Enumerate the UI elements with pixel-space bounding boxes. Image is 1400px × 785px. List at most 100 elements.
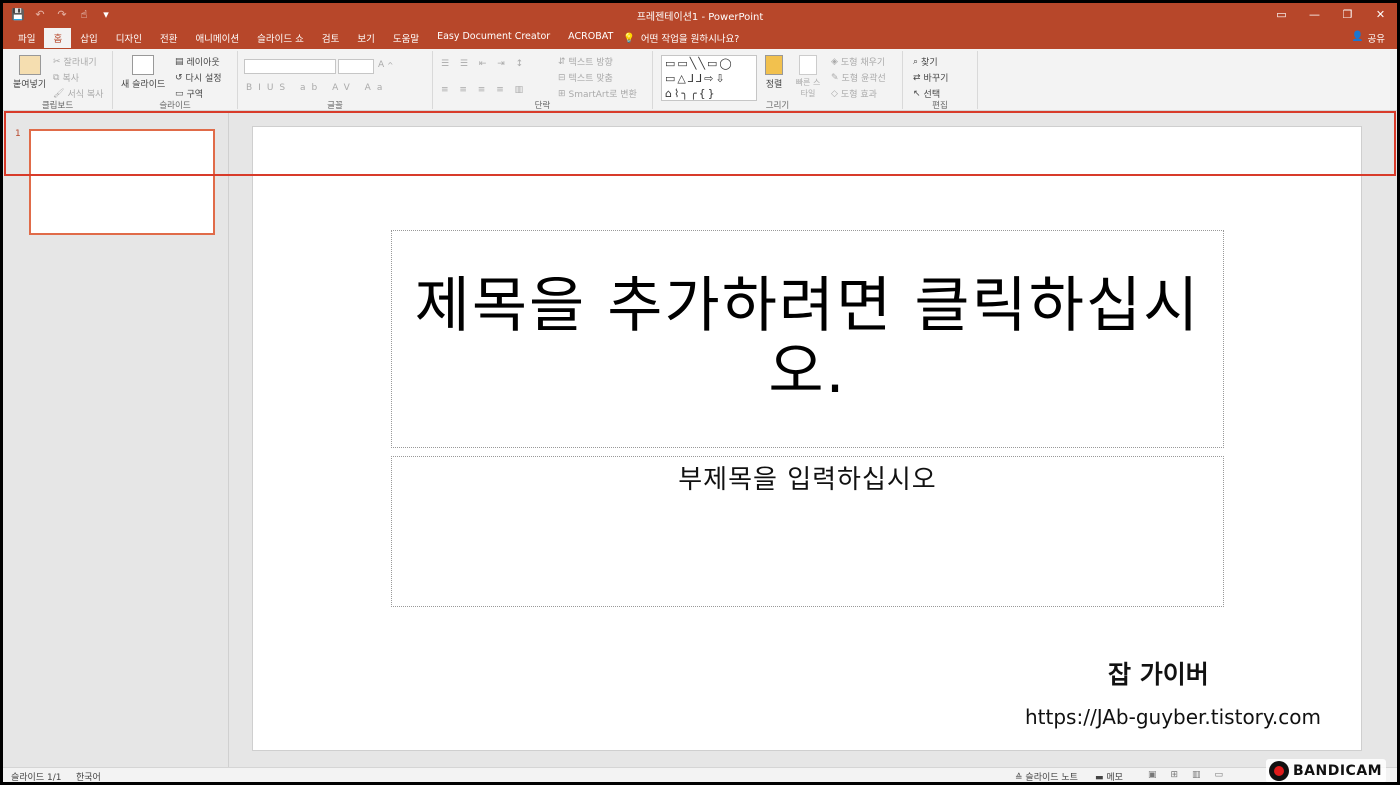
window-controls: ▭ — ❐ ✕ [1265, 3, 1397, 25]
scissors-icon: ✂ [53, 56, 61, 67]
search-icon: ⌕ [913, 56, 919, 67]
subtitle-text: 부제목을 입력하십시오 [678, 465, 937, 495]
effects-icon: ◇ [831, 88, 838, 99]
ribbon: 붙여넣기 ✂ 잘라내기 ⧉ 복사 🖌 서식 복사 클립보드 새 슬라이드 ▤ 레… [3, 49, 1397, 111]
cut-button[interactable]: ✂ 잘라내기 [53, 55, 97, 69]
status-bar: 슬라이드 1/1 한국어 ≙ 슬라이드 노트 ▬ 메모 ▣⊞▥▭ [3, 767, 1397, 782]
notes-icon: ≙ [1015, 773, 1023, 782]
grow-font-icon[interactable]: A ^ [378, 60, 393, 70]
shape-outline-button[interactable]: ✎ 도형 윤곽선 [831, 71, 886, 85]
group-label-paragraph: 단락 [534, 101, 551, 111]
title-text: 제목을 추가하려면 클릭하십시오. [414, 271, 1201, 407]
find-button[interactable]: ⌕ 찾기 [913, 55, 938, 69]
record-icon [1269, 761, 1289, 781]
smartart-icon: ⊞ [558, 88, 566, 99]
font-size-combo[interactable] [338, 59, 374, 74]
minimize-icon[interactable]: — [1298, 3, 1331, 25]
cursor-icon: ↖ [913, 88, 921, 99]
text-direction-button[interactable]: ⇵ 텍스트 방향 [558, 55, 613, 69]
title-placeholder[interactable]: 제목을 추가하려면 클릭하십시오. [391, 230, 1224, 448]
copy-button[interactable]: ⧉ 복사 [53, 71, 79, 85]
group-label-clipboard: 클립보드 [41, 101, 74, 111]
cut-label: 잘라내기 [63, 58, 97, 68]
font-format-buttons[interactable]: BIUS ab AV Aa [246, 83, 388, 93]
align-text-icon: ⊟ [558, 72, 566, 83]
notes-label: 슬라이드 노트 [1025, 773, 1078, 782]
tab-view[interactable]: 보기 [348, 28, 383, 48]
group-clipboard: 붙여넣기 ✂ 잘라내기 ⧉ 복사 🖌 서식 복사 클립보드 [3, 51, 113, 111]
group-label-slides: 슬라이드 [159, 101, 191, 111]
group-drawing: ▭▭╲╲▭◯ ▭△⅃⅃⇨⇩ ⌂⌇╮╭{} 정렬 빠른 스타일 ◈ 도형 채우기 … [653, 51, 903, 111]
group-font: A ^ BIUS ab AV Aa 글꼴 [238, 51, 433, 111]
group-slides: 새 슬라이드 ▤ 레이아웃 ↺ 다시 설정 ▭ 구역 슬라이드 [113, 51, 238, 111]
comments-label: 메모 [1106, 773, 1123, 782]
quick-styles-button[interactable]: 빠른 스타일 [795, 55, 821, 99]
group-label-font: 글꼴 [327, 101, 343, 111]
bandicam-text: BANDICAM [1293, 763, 1383, 779]
ribbon-tabs: 파일 홈 삽입 디자인 전환 애니메이션 슬라이드 쇼 검토 보기 도움말 Ea… [9, 28, 622, 48]
tab-home[interactable]: 홈 [44, 28, 72, 48]
align-buttons[interactable]: ≡ ≡ ≡ ≡ ▥ [441, 85, 527, 95]
shape-fill-label: 도형 채우기 [840, 58, 886, 68]
shape-outline-label: 도형 윤곽선 [841, 74, 886, 84]
tab-slide-show[interactable]: 슬라이드 쇼 [248, 28, 313, 48]
language-indicator[interactable]: 한국어 [76, 770, 101, 782]
arrange-icon [765, 55, 783, 75]
shapes-gallery[interactable]: ▭▭╲╲▭◯ ▭△⅃⅃⇨⇩ ⌂⌇╮╭{} [661, 55, 757, 101]
group-label-editing: 편집 [932, 101, 948, 111]
share-button[interactable]: 👤 공유 [1352, 31, 1385, 45]
new-slide-icon [132, 55, 155, 75]
find-label: 찾기 [921, 58, 938, 68]
brush-icon: 🖌 [53, 88, 65, 99]
list-buttons[interactable]: ☰ ☰ ⇤ ⇥ ↕ [441, 59, 527, 69]
tab-file[interactable]: 파일 [9, 28, 44, 48]
share-label: 공유 [1367, 34, 1385, 45]
ribbon-tabs-bar: 파일 홈 삽입 디자인 전환 애니메이션 슬라이드 쇼 검토 보기 도움말 Ea… [3, 25, 1397, 49]
new-slide-button[interactable]: 새 슬라이드 [121, 55, 165, 90]
tab-review[interactable]: 검토 [313, 28, 348, 48]
tell-me-text: 어떤 작업을 원하시나요? [640, 34, 740, 45]
tab-design[interactable]: 디자인 [107, 28, 151, 48]
subtitle-placeholder[interactable]: 부제목을 입력하십시오 [391, 456, 1224, 607]
reset-label: 다시 설정 [185, 74, 222, 84]
copy-icon: ⧉ [53, 72, 60, 83]
layout-label: 레이아웃 [186, 58, 220, 68]
red-highlight-box [4, 111, 1396, 176]
paint-bucket-icon: ◈ [831, 56, 838, 67]
arrange-button[interactable]: 정렬 [765, 55, 783, 90]
powerpoint-window: 💾 ↶ ↷ ☝ ▾ 프레젠테이션1 - PowerPoint ▭ — ❐ ✕ 파… [3, 3, 1397, 782]
group-label-drawing: 그리기 [765, 101, 790, 111]
blog-url: https://JAb-guyber.tistory.com [1025, 705, 1321, 729]
lightbulb-icon: 💡 [623, 32, 635, 44]
clipboard-icon [18, 55, 41, 75]
tab-help[interactable]: 도움말 [384, 28, 428, 48]
restore-icon[interactable]: ❐ [1331, 3, 1364, 25]
copy-label: 복사 [62, 74, 79, 84]
comments-button[interactable]: ▬ 메모 [1095, 770, 1123, 782]
layout-icon: ▤ [175, 56, 184, 67]
close-icon[interactable]: ✕ [1364, 3, 1397, 25]
shape-fill-button[interactable]: ◈ 도형 채우기 [831, 55, 886, 69]
pen-icon: ✎ [831, 72, 839, 83]
notes-button[interactable]: ≙ 슬라이드 노트 [1015, 770, 1078, 782]
paste-button[interactable]: 붙여넣기 [13, 55, 46, 90]
tab-insert[interactable]: 삽입 [71, 28, 106, 48]
tab-acrobat[interactable]: ACROBAT [559, 28, 622, 48]
align-text-button[interactable]: ⊟ 텍스트 맞춤 [558, 71, 613, 85]
layout-button[interactable]: ▤ 레이아웃 [175, 55, 220, 69]
paste-label: 붙여넣기 [13, 80, 47, 90]
font-name-combo[interactable] [244, 59, 336, 74]
reset-button[interactable]: ↺ 다시 설정 [175, 71, 222, 85]
slide-canvas[interactable]: 제목을 추가하려면 클릭하십시오. 부제목을 입력하십시오 잡 가이버 http… [252, 126, 1362, 751]
replace-button[interactable]: ⇄ 바꾸기 [913, 71, 948, 85]
tell-me-box[interactable]: 💡 어떤 작업을 원하시나요? [623, 31, 740, 46]
tab-transitions[interactable]: 전환 [151, 28, 186, 48]
ribbon-display-options-icon[interactable]: ▭ [1265, 3, 1298, 25]
view-buttons[interactable]: ▣⊞▥▭ [1148, 770, 1237, 780]
section-icon: ▭ [175, 88, 184, 99]
replace-icon: ⇄ [913, 72, 921, 83]
tab-animations[interactable]: 애니메이션 [186, 28, 248, 48]
group-editing: ⌕ 찾기 ⇄ 바꾸기 ↖ 선택 편집 [903, 51, 978, 111]
comment-icon: ▬ [1095, 773, 1104, 782]
tab-easy-document-creator[interactable]: Easy Document Creator [428, 28, 559, 48]
